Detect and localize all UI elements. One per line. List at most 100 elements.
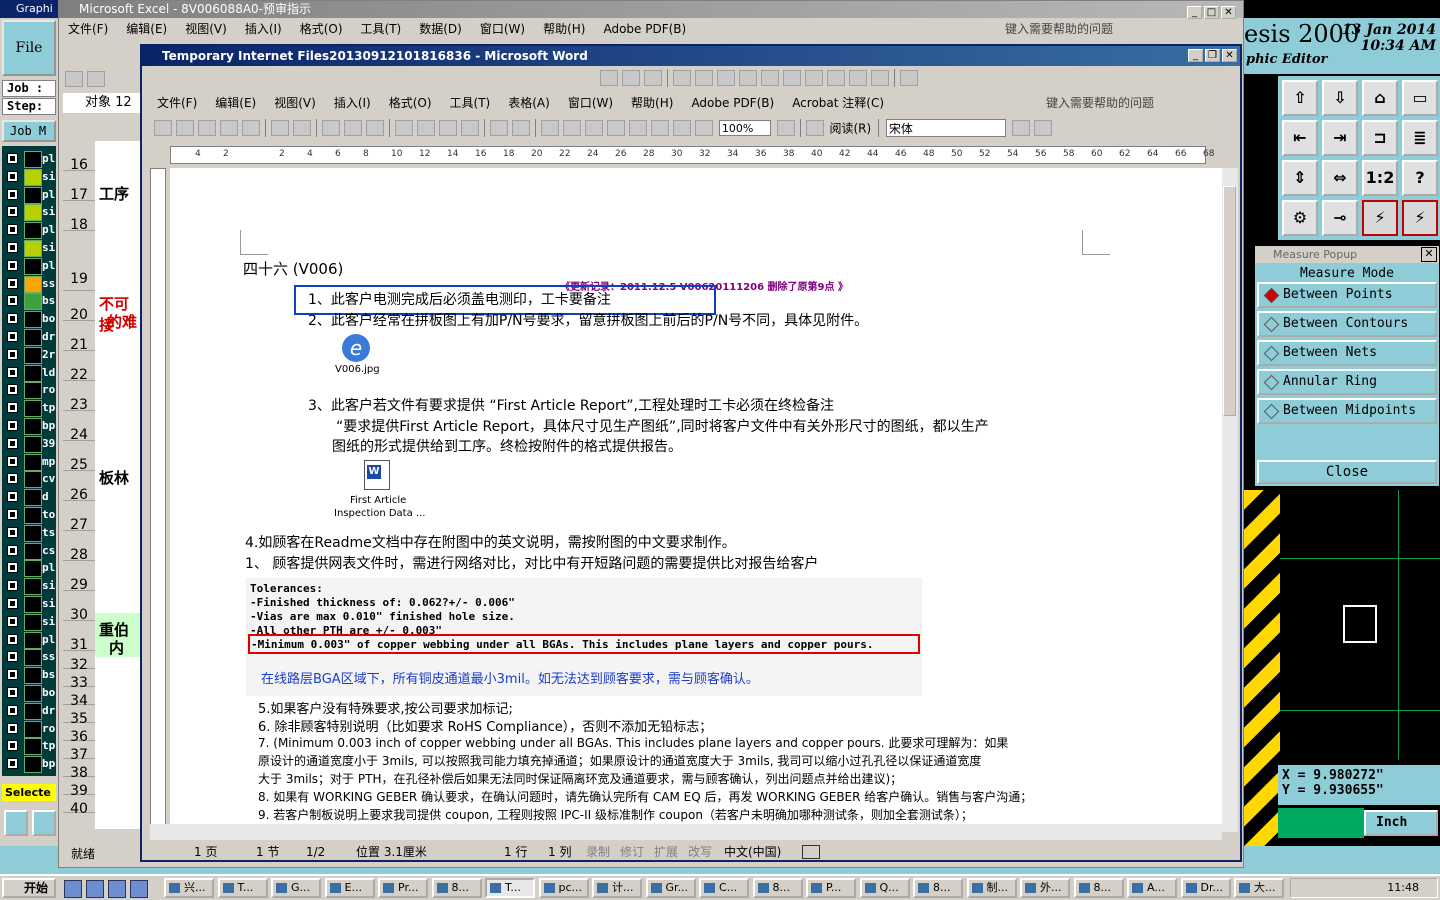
layer-checkbox[interactable] bbox=[7, 455, 18, 467]
excel-menu-item[interactable]: 编辑(E) bbox=[117, 18, 176, 40]
layer-color-swatch[interactable] bbox=[24, 702, 42, 720]
pdf-icon[interactable] bbox=[87, 71, 105, 87]
radio-icon[interactable] bbox=[739, 70, 757, 86]
layer-row[interactable]: si bbox=[2, 613, 56, 631]
row-header[interactable]: 36 bbox=[63, 723, 95, 745]
layer-row[interactable]: pl bbox=[2, 257, 56, 275]
layer-row[interactable]: si bbox=[2, 577, 56, 596]
layer-row[interactable]: pl bbox=[2, 186, 56, 204]
draw-icon[interactable] bbox=[600, 70, 618, 86]
layer-row[interactable]: si bbox=[2, 203, 56, 222]
word-menu-item[interactable]: 窗口(W) bbox=[559, 92, 622, 114]
checkbox-icon[interactable] bbox=[673, 70, 691, 86]
genesis-tool-icon[interactable]: 1:2 bbox=[1362, 160, 1398, 196]
email-icon[interactable] bbox=[242, 120, 260, 136]
row-header[interactable]: 28 bbox=[63, 531, 95, 563]
layer-row[interactable]: pl bbox=[2, 150, 56, 168]
layer-checkbox[interactable] bbox=[7, 491, 18, 503]
layer-checkbox[interactable] bbox=[7, 188, 18, 200]
layer-checkbox[interactable] bbox=[7, 722, 18, 734]
taskbar-button[interactable]: G... bbox=[271, 878, 321, 898]
layer-row[interactable]: tp bbox=[2, 737, 56, 756]
layer-checkbox[interactable] bbox=[7, 153, 18, 164]
undo-icon[interactable] bbox=[490, 120, 508, 136]
taskbar-button[interactable]: Dr... bbox=[1180, 878, 1231, 898]
row-header[interactable]: 35 bbox=[63, 705, 95, 727]
layer-color-swatch[interactable] bbox=[24, 649, 42, 667]
row-header[interactable]: 30 bbox=[63, 591, 95, 623]
layer-checkbox[interactable] bbox=[7, 277, 18, 289]
draw-icon[interactable] bbox=[622, 70, 640, 86]
word-menu-item[interactable]: 工具(T) bbox=[441, 92, 500, 114]
layer-row[interactable]: bp bbox=[2, 755, 56, 774]
open-icon[interactable] bbox=[176, 120, 194, 136]
permission-icon[interactable] bbox=[220, 120, 238, 136]
measure-option[interactable]: Between Midpoints bbox=[1257, 398, 1437, 424]
layer-checkbox[interactable] bbox=[7, 562, 18, 574]
layer-checkbox[interactable] bbox=[7, 758, 18, 770]
row-header[interactable]: 19 bbox=[63, 231, 95, 291]
layer-checkbox[interactable] bbox=[7, 206, 18, 218]
layer-checkbox[interactable] bbox=[7, 170, 18, 182]
genesis-tool-icon[interactable]: ⊐ bbox=[1362, 120, 1398, 156]
taskbar-button[interactable]: 8... bbox=[431, 878, 482, 898]
taskbar-button[interactable]: A... bbox=[1127, 878, 1177, 898]
layer-row[interactable]: cv bbox=[2, 470, 56, 489]
scroll-icon[interactable] bbox=[805, 70, 823, 86]
layer-color-swatch[interactable] bbox=[24, 489, 42, 507]
doc-item-7-line-3[interactable]: 大于 3mils；对于 PTH，在孔径补偿后如果无法同时保证隔离环宽及通道要求，… bbox=[258, 770, 902, 787]
layer-row[interactable]: pl bbox=[2, 631, 56, 649]
doc-item-4[interactable]: 4.如顾客在Readme文档中存在附图中的英文说明，需按附图的中文要求制作。 bbox=[245, 532, 736, 552]
word-menu-item[interactable]: Adobe PDF(B) bbox=[682, 92, 783, 114]
status-rec[interactable]: 录制 bbox=[586, 842, 610, 862]
layer-color-swatch[interactable] bbox=[24, 257, 42, 275]
layer-row[interactable]: mp bbox=[2, 453, 56, 471]
layer-color-swatch[interactable] bbox=[24, 631, 42, 649]
layer-row[interactable]: bo bbox=[2, 310, 56, 329]
layer-color-swatch[interactable] bbox=[24, 346, 42, 364]
genesis-tool-icon[interactable]: ⚙ bbox=[1282, 200, 1318, 236]
help-icon[interactable] bbox=[776, 120, 795, 136]
layer-checkbox[interactable] bbox=[7, 259, 18, 271]
layer-checkbox[interactable] bbox=[7, 544, 18, 556]
word-menu-item[interactable]: 编辑(E) bbox=[206, 92, 265, 114]
layer-checkbox[interactable] bbox=[7, 295, 18, 307]
doc-item-5[interactable]: 5.如果客户没有特殊要求,按公司要求加标记; bbox=[258, 698, 513, 717]
restore-icon[interactable]: ❐ bbox=[1205, 49, 1220, 62]
layer-color-swatch[interactable] bbox=[24, 685, 42, 702]
combo-icon[interactable] bbox=[783, 70, 801, 86]
word-document-icon[interactable]: W bbox=[364, 460, 390, 490]
layer-row[interactable]: ro bbox=[2, 720, 56, 738]
excel-cells[interactable]: 工序 不可接 的难 板林 重伯 内 bbox=[95, 141, 141, 829]
layer-color-swatch[interactable] bbox=[24, 418, 42, 435]
layer-checkbox[interactable] bbox=[7, 651, 18, 663]
taskbar-button[interactable]: Gr... bbox=[645, 878, 696, 898]
layer-row[interactable]: bs bbox=[2, 292, 56, 311]
layer-checkbox[interactable] bbox=[7, 473, 18, 485]
row-header[interactable]: 21 bbox=[63, 321, 95, 353]
taskbar-button[interactable]: 大... bbox=[1234, 878, 1284, 898]
label-icon[interactable] bbox=[849, 70, 867, 86]
row-header[interactable]: 39 bbox=[63, 777, 95, 799]
row-header[interactable]: 26 bbox=[63, 471, 95, 503]
layer-color-swatch[interactable] bbox=[24, 542, 42, 560]
row-header[interactable]: 33 bbox=[63, 669, 95, 691]
layer-row[interactable]: ts bbox=[2, 524, 56, 542]
image-icon[interactable] bbox=[871, 70, 889, 86]
show-marks-icon[interactable] bbox=[695, 120, 713, 136]
list-icon[interactable] bbox=[761, 70, 779, 86]
hyperlink-icon[interactable] bbox=[541, 120, 559, 136]
taskbar-button[interactable]: 计... bbox=[592, 878, 642, 898]
layer-checkbox[interactable] bbox=[7, 437, 18, 449]
docmap-icon[interactable] bbox=[673, 120, 691, 136]
layer-row[interactable]: ld bbox=[2, 364, 56, 382]
excel-menu-item[interactable]: 工具(T) bbox=[352, 18, 411, 40]
layer-checkbox[interactable] bbox=[7, 598, 18, 609]
doc-item-9[interactable]: 9. 若客户制板说明上要求我司提供 coupon, 工程则按照 IPC-II 级… bbox=[258, 806, 973, 823]
draw-icon[interactable] bbox=[644, 70, 662, 86]
layer-checkbox[interactable] bbox=[7, 509, 18, 520]
units-button[interactable]: Inch bbox=[1364, 810, 1438, 836]
layer-color-swatch[interactable] bbox=[24, 756, 42, 774]
row-header[interactable]: 29 bbox=[63, 561, 95, 593]
save-icon[interactable] bbox=[198, 120, 216, 136]
